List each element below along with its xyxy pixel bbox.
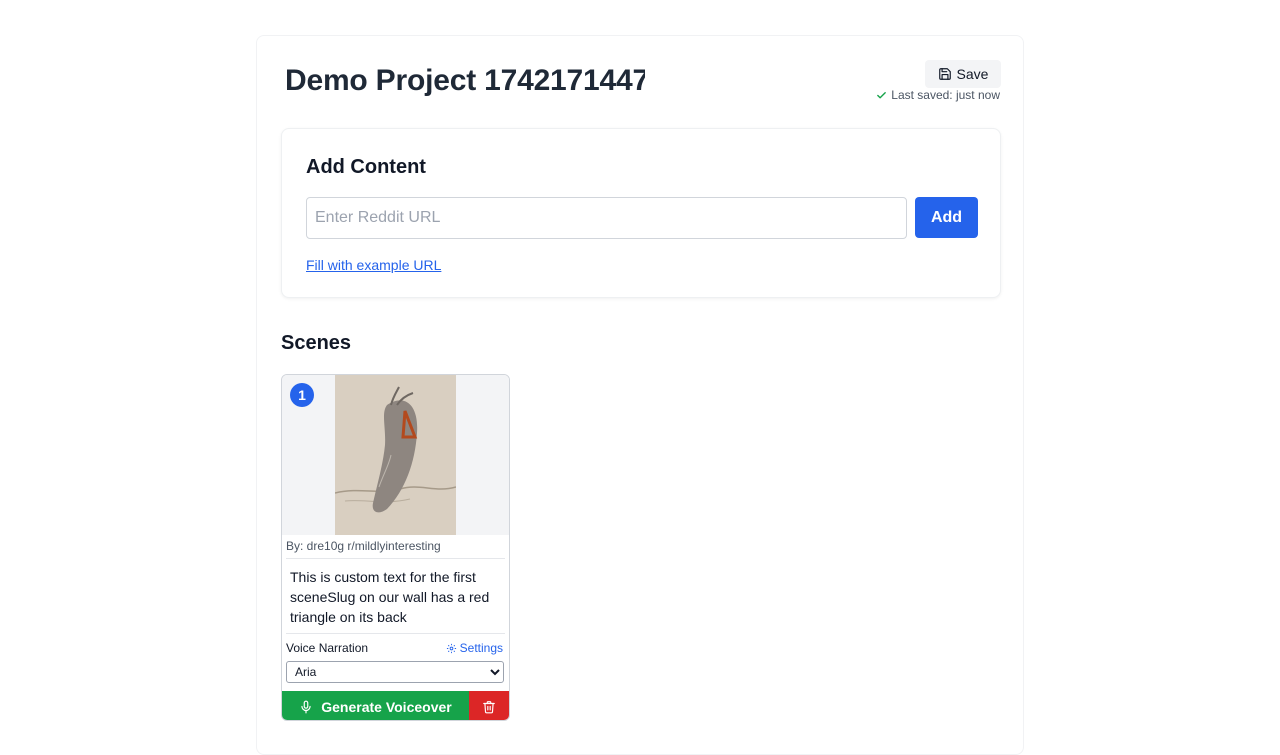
- scene-media: 1: [282, 375, 509, 535]
- check-icon: [877, 91, 887, 98]
- scene-number-badge: 1: [290, 383, 314, 407]
- voice-narration-label: Voice Narration: [286, 641, 369, 655]
- last-saved-text: Last saved: just now: [891, 88, 1000, 102]
- save-icon: [938, 68, 951, 80]
- save-button-label: Save: [956, 66, 989, 82]
- voice-settings-link[interactable]: Settings: [446, 641, 503, 655]
- trash-icon: [483, 700, 495, 713]
- project-page: Demo Project 1742171447 Save Last saved:…: [256, 35, 1024, 755]
- scene-text[interactable]: This is custom text for the first sceneS…: [290, 567, 504, 627]
- scenes-heading: Scenes: [281, 332, 352, 354]
- add-button[interactable]: Add: [915, 197, 978, 238]
- gear-icon: [446, 643, 456, 653]
- add-content-card: Add Content Add Fill with example URL: [281, 128, 1001, 298]
- last-saved-status: Last saved: just now: [876, 88, 1000, 102]
- divider: [286, 633, 505, 634]
- settings-label: Settings: [459, 641, 503, 655]
- scene-author-meta: By: dre10g r/mildlyinteresting: [286, 539, 505, 559]
- scene-image[interactable]: [335, 375, 456, 535]
- microphone-icon: [301, 700, 311, 713]
- project-title[interactable]: Demo Project 1742171447: [285, 64, 645, 98]
- generate-voiceover-label: Generate Voiceover: [321, 698, 452, 715]
- generate-voiceover-button[interactable]: Generate Voiceover: [282, 691, 469, 720]
- add-content-heading: Add Content: [306, 156, 426, 178]
- fill-example-url-link[interactable]: Fill with example URL: [306, 257, 441, 273]
- delete-scene-button[interactable]: [469, 691, 509, 720]
- save-button[interactable]: Save: [925, 60, 1001, 88]
- reddit-url-input[interactable]: [306, 197, 907, 239]
- voice-select[interactable]: Aria: [286, 661, 504, 683]
- scene-card: 1 By: dre10g r/mildlyinteresting This is…: [281, 374, 510, 721]
